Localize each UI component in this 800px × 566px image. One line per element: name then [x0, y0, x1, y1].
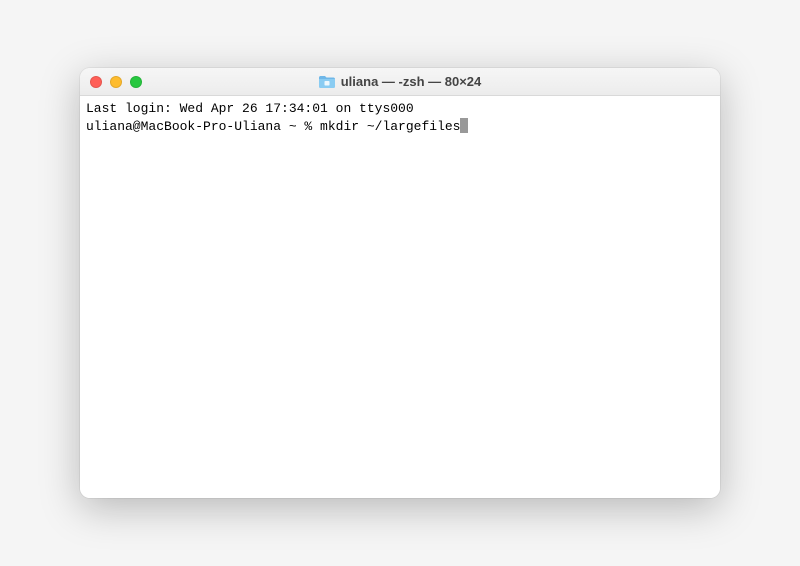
- window-title-container: uliana — -zsh — 80×24: [319, 74, 482, 89]
- close-button[interactable]: [90, 76, 102, 88]
- shell-prompt: uliana@MacBook-Pro-Uliana ~ %: [86, 118, 320, 136]
- titlebar[interactable]: uliana — -zsh — 80×24: [80, 68, 720, 96]
- window-title: uliana — -zsh — 80×24: [341, 74, 482, 89]
- terminal-window: uliana — -zsh — 80×24 Last login: Wed Ap…: [80, 68, 720, 498]
- last-login-line: Last login: Wed Apr 26 17:34:01 on ttys0…: [86, 100, 714, 118]
- maximize-button[interactable]: [130, 76, 142, 88]
- prompt-line: uliana@MacBook-Pro-Uliana ~ % mkdir ~/la…: [86, 118, 714, 136]
- cursor: [460, 118, 468, 133]
- terminal-body[interactable]: Last login: Wed Apr 26 17:34:01 on ttys0…: [80, 96, 720, 498]
- folder-icon: [319, 75, 335, 88]
- command-input[interactable]: mkdir ~/largefiles: [320, 118, 460, 136]
- minimize-button[interactable]: [110, 76, 122, 88]
- traffic-lights: [90, 76, 142, 88]
